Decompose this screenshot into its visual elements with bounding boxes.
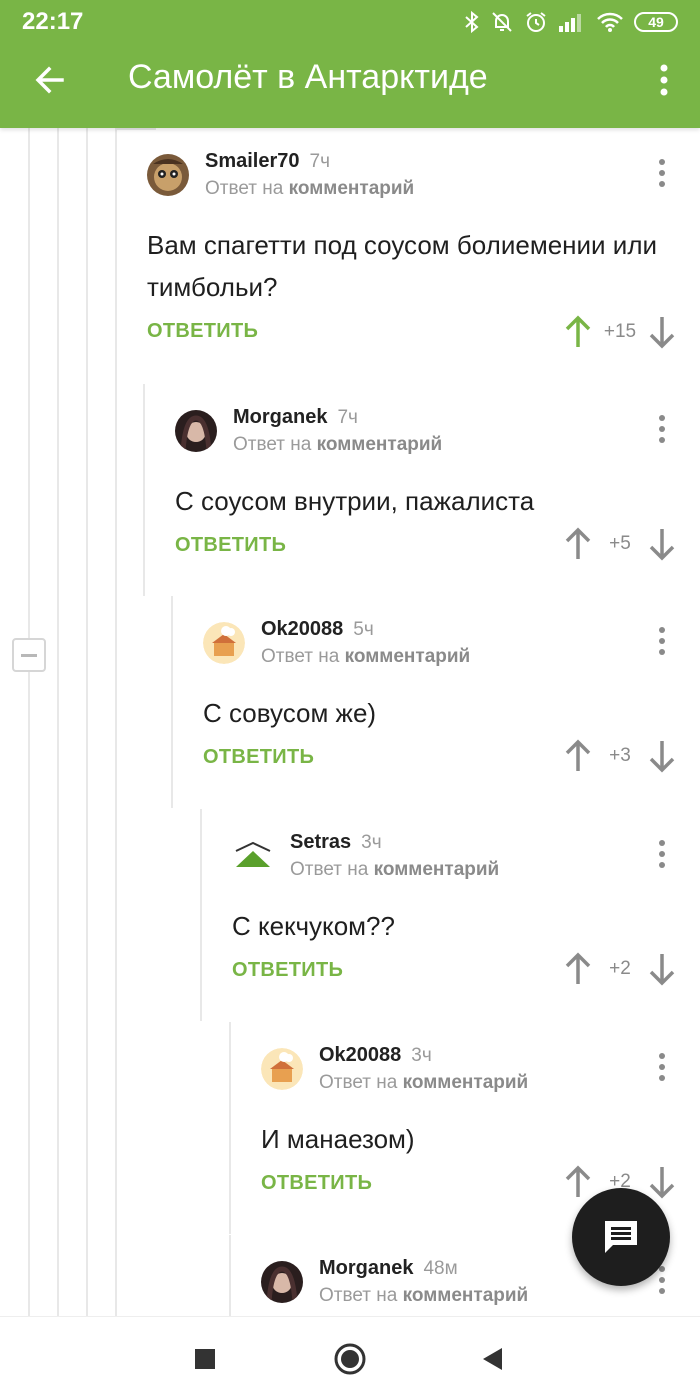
reply-to-link[interactable]: комментарий <box>289 178 415 199</box>
vote-score: +3 <box>609 745 631 766</box>
signal-icon <box>559 14 581 32</box>
thread-line <box>86 128 88 1316</box>
comment-author[interactable]: Smailer70 7ч <box>205 150 330 173</box>
bell-off-icon <box>492 12 512 32</box>
reply-button[interactable]: ОТВЕТИТЬ <box>175 534 286 557</box>
bluetooth-icon <box>465 10 479 34</box>
comment-more-icon[interactable] <box>652 1052 672 1082</box>
recents-button[interactable] <box>185 1339 225 1379</box>
minus-icon <box>21 653 37 657</box>
comment-age: 3ч <box>361 832 382 853</box>
comment: Ok20088 5ч Ответ на комментарий С совусом… <box>171 596 700 808</box>
comment-text: С соусом внутрии, пажалиста <box>175 486 535 516</box>
comment-age: 48м <box>423 1258 458 1279</box>
reply-to-line: Ответ на комментарий <box>319 1285 529 1306</box>
home-button[interactable] <box>330 1339 370 1379</box>
avatar[interactable] <box>203 622 245 664</box>
downvote-arrow-icon[interactable] <box>648 315 676 349</box>
vote-controls: +5 <box>564 526 676 562</box>
comment-author[interactable]: Ok20088 3ч <box>319 1044 432 1067</box>
comment-more-icon[interactable] <box>652 839 672 869</box>
reply-to-link[interactable]: комментарий <box>317 434 443 455</box>
comment: Smailer70 7ч Ответ на комментарий Вам спа… <box>115 128 700 368</box>
circle-icon <box>334 1343 366 1375</box>
app-bar: 22:17 49 Самолёт в Антарктиде <box>0 0 700 128</box>
reply-to-link[interactable]: комментарий <box>345 646 471 667</box>
reply-button[interactable]: ОТВЕТИТЬ <box>147 320 258 343</box>
comment-author[interactable]: Morganek 48м <box>319 1257 458 1280</box>
downvote-arrow-icon[interactable] <box>648 1165 676 1199</box>
upvote-arrow-icon[interactable] <box>564 1165 592 1199</box>
comment-more-icon[interactable] <box>652 158 672 188</box>
downvote-arrow-icon[interactable] <box>648 952 676 986</box>
upvote-arrow-icon[interactable] <box>564 952 592 986</box>
arrow-left-icon <box>35 66 64 94</box>
reply-to-line: Ответ на комментарий <box>261 646 471 667</box>
status-time: 22:17 <box>22 8 84 35</box>
comments-thread: Smailer70 7ч Ответ на комментарий Вам спа… <box>0 128 700 1316</box>
comment-age: 5ч <box>353 619 374 640</box>
comment-author[interactable]: Morganek 7ч <box>233 406 358 429</box>
reply-to-line: Ответ на комментарий <box>205 178 415 199</box>
square-icon <box>195 1349 215 1369</box>
comment-more-icon[interactable] <box>652 626 672 656</box>
reply-to-link[interactable]: комментарий <box>403 1072 529 1093</box>
comment-age: 3ч <box>411 1045 432 1066</box>
comment-author[interactable]: Setras 3ч <box>290 831 382 854</box>
vote-controls: +15 <box>564 314 676 350</box>
comment-age: 7ч <box>337 407 358 428</box>
avatar[interactable] <box>261 1261 303 1303</box>
comment-icon <box>605 1221 637 1253</box>
back-button[interactable] <box>26 56 74 104</box>
upvote-arrow-icon[interactable] <box>564 315 592 349</box>
new-comment-fab[interactable] <box>572 1188 670 1286</box>
comment-age: 7ч <box>309 151 330 172</box>
vote-controls: +3 <box>564 738 676 774</box>
more-vertical-icon <box>660 64 668 96</box>
reply-button[interactable]: ОТВЕТИТЬ <box>261 1172 372 1195</box>
thread-line <box>28 128 30 1316</box>
comment: Morganek 7ч Ответ на комментарий С соусом… <box>143 384 700 596</box>
alarm-icon <box>526 12 546 32</box>
battery-indicator: 49 <box>634 12 678 32</box>
downvote-arrow-icon[interactable] <box>648 527 676 561</box>
avatar[interactable] <box>175 410 217 452</box>
reply-to-link[interactable]: комментарий <box>374 859 500 880</box>
page-title: Самолёт в Антарктиде <box>128 58 488 96</box>
system-nav-bar <box>0 1316 700 1400</box>
vote-score: +2 <box>609 958 631 979</box>
avatar[interactable] <box>232 835 274 877</box>
downvote-arrow-icon[interactable] <box>648 739 676 773</box>
thread-line <box>57 128 59 1316</box>
upvote-arrow-icon[interactable] <box>564 739 592 773</box>
avatar[interactable] <box>261 1048 303 1090</box>
status-icons: 49 <box>464 8 678 36</box>
vote-controls: +2 <box>564 951 676 987</box>
avatar[interactable] <box>147 154 189 196</box>
reply-to-line: Ответ на комментарий <box>233 434 443 455</box>
wifi-icon <box>597 12 623 32</box>
reply-to-line: Ответ на комментарий <box>290 859 500 880</box>
reply-to-line: Ответ на комментарий <box>319 1072 529 1093</box>
comment-more-icon[interactable] <box>652 414 672 444</box>
comment-text: Вам спагетти под соусом болиемении или т… <box>147 230 658 302</box>
collapse-thread-button[interactable] <box>12 638 46 672</box>
comment: Setras 3ч Ответ на комментарий С кекчуком… <box>200 809 700 1021</box>
comment-text: С кекчуком?? <box>232 911 395 941</box>
vote-score: +5 <box>609 533 631 554</box>
comment-text: С совусом же) <box>203 698 377 728</box>
reply-to-link[interactable]: комментарий <box>403 1285 529 1306</box>
upvote-arrow-icon[interactable] <box>564 527 592 561</box>
reply-button[interactable]: ОТВЕТИТЬ <box>232 959 343 982</box>
vote-score: +15 <box>603 321 637 342</box>
comment-text: И манаезом) <box>261 1124 415 1154</box>
comment-author[interactable]: Ok20088 5ч <box>261 618 374 641</box>
overflow-menu-button[interactable] <box>652 56 676 104</box>
reply-button[interactable]: ОТВЕТИТЬ <box>203 746 314 769</box>
back-nav-button[interactable] <box>472 1339 512 1379</box>
triangle-back-icon <box>483 1348 502 1370</box>
status-bar: 22:17 49 <box>0 0 700 44</box>
